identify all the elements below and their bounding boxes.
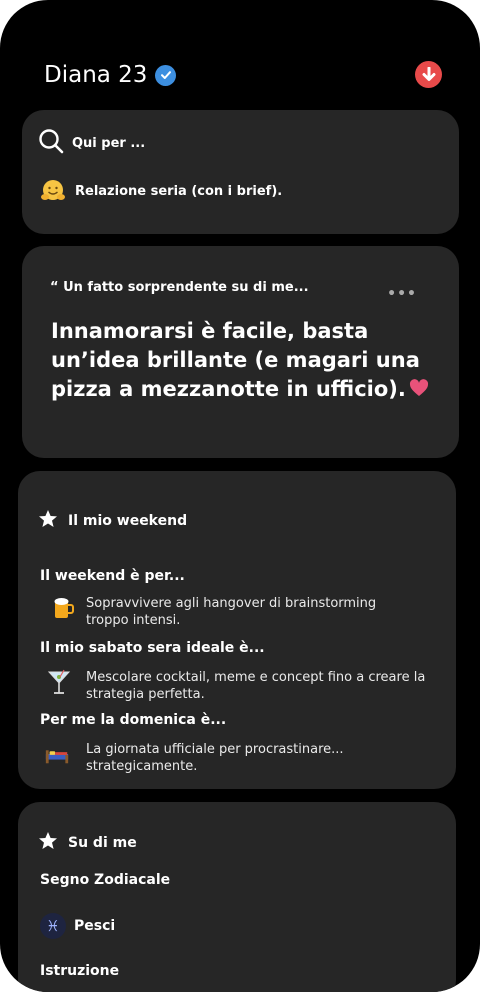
weekend-question-3: Per me la domenica è... <box>40 712 227 728</box>
verified-icon <box>155 64 177 86</box>
more-options-icon[interactable]: ••• <box>387 286 417 302</box>
star-icon <box>38 509 58 533</box>
bed-emoji-icon <box>44 741 70 767</box>
about-title: Su di me <box>68 835 137 851</box>
about-header: Su di me <box>38 831 137 855</box>
looking-for-title: Qui per ... <box>72 135 146 151</box>
prompt-answer: Innamorarsi è facile, basta un’idea bril… <box>51 317 431 405</box>
weekend-title: Il mio weekend <box>68 513 188 529</box>
looking-for-header: Qui per ... <box>38 128 145 158</box>
zodiac-label: Segno Zodiacale <box>40 872 171 888</box>
weekend-header: Il mio weekend <box>38 509 187 533</box>
prompt-answer-text: Innamorarsi è facile, basta un’idea bril… <box>51 319 420 401</box>
prompt-question: “ Un fatto sorprendente su di me... <box>50 280 309 295</box>
looking-for-item: Relazione seria (con i brief). <box>40 178 282 204</box>
zodiac-row: ♓ Pesci <box>40 913 115 939</box>
weekend-question-2: Il mio sabato sera ideale è... <box>40 640 265 656</box>
star-icon <box>38 831 58 855</box>
profile-name: Diana 23 <box>44 62 148 88</box>
weekend-answer-row-1: Sopravvivere agli hangover di brainstorm… <box>50 595 416 629</box>
hug-emoji-icon <box>40 178 66 204</box>
weekend-answer-3: La giornata ufficiale per procrastinare.… <box>86 742 344 774</box>
download-icon[interactable] <box>415 61 442 88</box>
about-card: Su di me Segno Zodiacale ♓ Pesci Istruzi… <box>18 802 456 992</box>
weekend-card: Il mio weekend Il weekend è per... Sopra… <box>18 471 456 789</box>
phone-screen: Diana 23 Qui per ... Relazione seria (co… <box>0 0 480 992</box>
zodiac-value: Pesci <box>74 918 116 934</box>
heart-icon <box>409 376 429 405</box>
looking-for-value: Relazione seria (con i brief). <box>75 183 283 199</box>
weekend-answer-row-2: Mescolare cocktail, meme e concept fino … <box>46 669 426 703</box>
weekend-answer-row-3: La giornata ufficiale per procrastinare.… <box>44 741 406 775</box>
looking-for-card: Qui per ... Relazione seria (con i brief… <box>22 110 459 234</box>
cocktail-emoji-icon <box>46 669 72 695</box>
weekend-answer-2: Mescolare cocktail, meme e concept fino … <box>86 670 426 702</box>
weekend-answer-1: Sopravvivere agli hangover di brainstorm… <box>86 596 377 628</box>
search-icon <box>38 128 64 158</box>
beer-emoji-icon <box>50 595 76 621</box>
pisces-icon: ♓ <box>40 913 66 939</box>
profile-header: Diana 23 <box>44 58 442 92</box>
weekend-question-1: Il weekend è per... <box>40 568 185 584</box>
prompt-card: “ Un fatto sorprendente su di me... ••• … <box>22 246 459 458</box>
education-label: Istruzione <box>40 963 120 979</box>
